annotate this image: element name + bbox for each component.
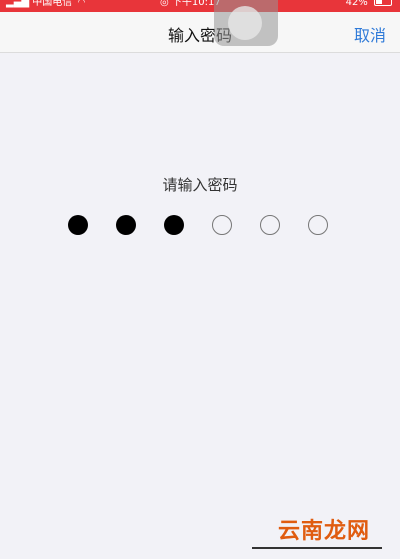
alarm-icon: ◎ xyxy=(160,0,169,8)
passcode-dot-filled xyxy=(116,215,136,235)
passcode-screen: ▂▄▆ 中国电信 ◠ ◎ 下午10:17 42% 输入密码 取消 请输入密码 云… xyxy=(0,0,400,559)
passcode-dot-empty xyxy=(308,215,328,235)
passcode-dot-filled xyxy=(68,215,88,235)
battery-icon xyxy=(374,0,392,6)
battery-fill xyxy=(376,0,382,4)
passcode-dot-empty xyxy=(212,215,232,235)
battery-label: 42% xyxy=(345,0,368,8)
camera-overlay xyxy=(214,0,278,46)
signal-icon: ▂▄▆ xyxy=(6,0,30,8)
passcode-dots xyxy=(68,215,332,237)
wifi-icon: ◠ xyxy=(77,0,86,8)
passcode-prompt: 请输入密码 xyxy=(162,176,238,194)
passcode-dot-empty xyxy=(260,215,280,235)
page-title: 输入密码 xyxy=(167,26,232,45)
camera-lens-icon xyxy=(228,6,262,40)
carrier-label: 中国电信 xyxy=(32,0,73,8)
status-bar: ▂▄▆ 中国电信 ◠ ◎ 下午10:17 42% xyxy=(0,0,400,12)
status-battery: 42% xyxy=(346,0,392,8)
passcode-dot-filled xyxy=(164,215,184,235)
status-carrier: ▂▄▆ 中国电信 ◠ xyxy=(6,0,85,8)
watermark-logo: 云南龙网 xyxy=(277,519,370,544)
status-time: ◎ 下午10:17 xyxy=(160,0,221,8)
nav-bar: 输入密码 取消 xyxy=(0,12,400,53)
watermark-underline xyxy=(252,547,382,549)
cancel-button[interactable]: 取消 xyxy=(354,22,386,46)
